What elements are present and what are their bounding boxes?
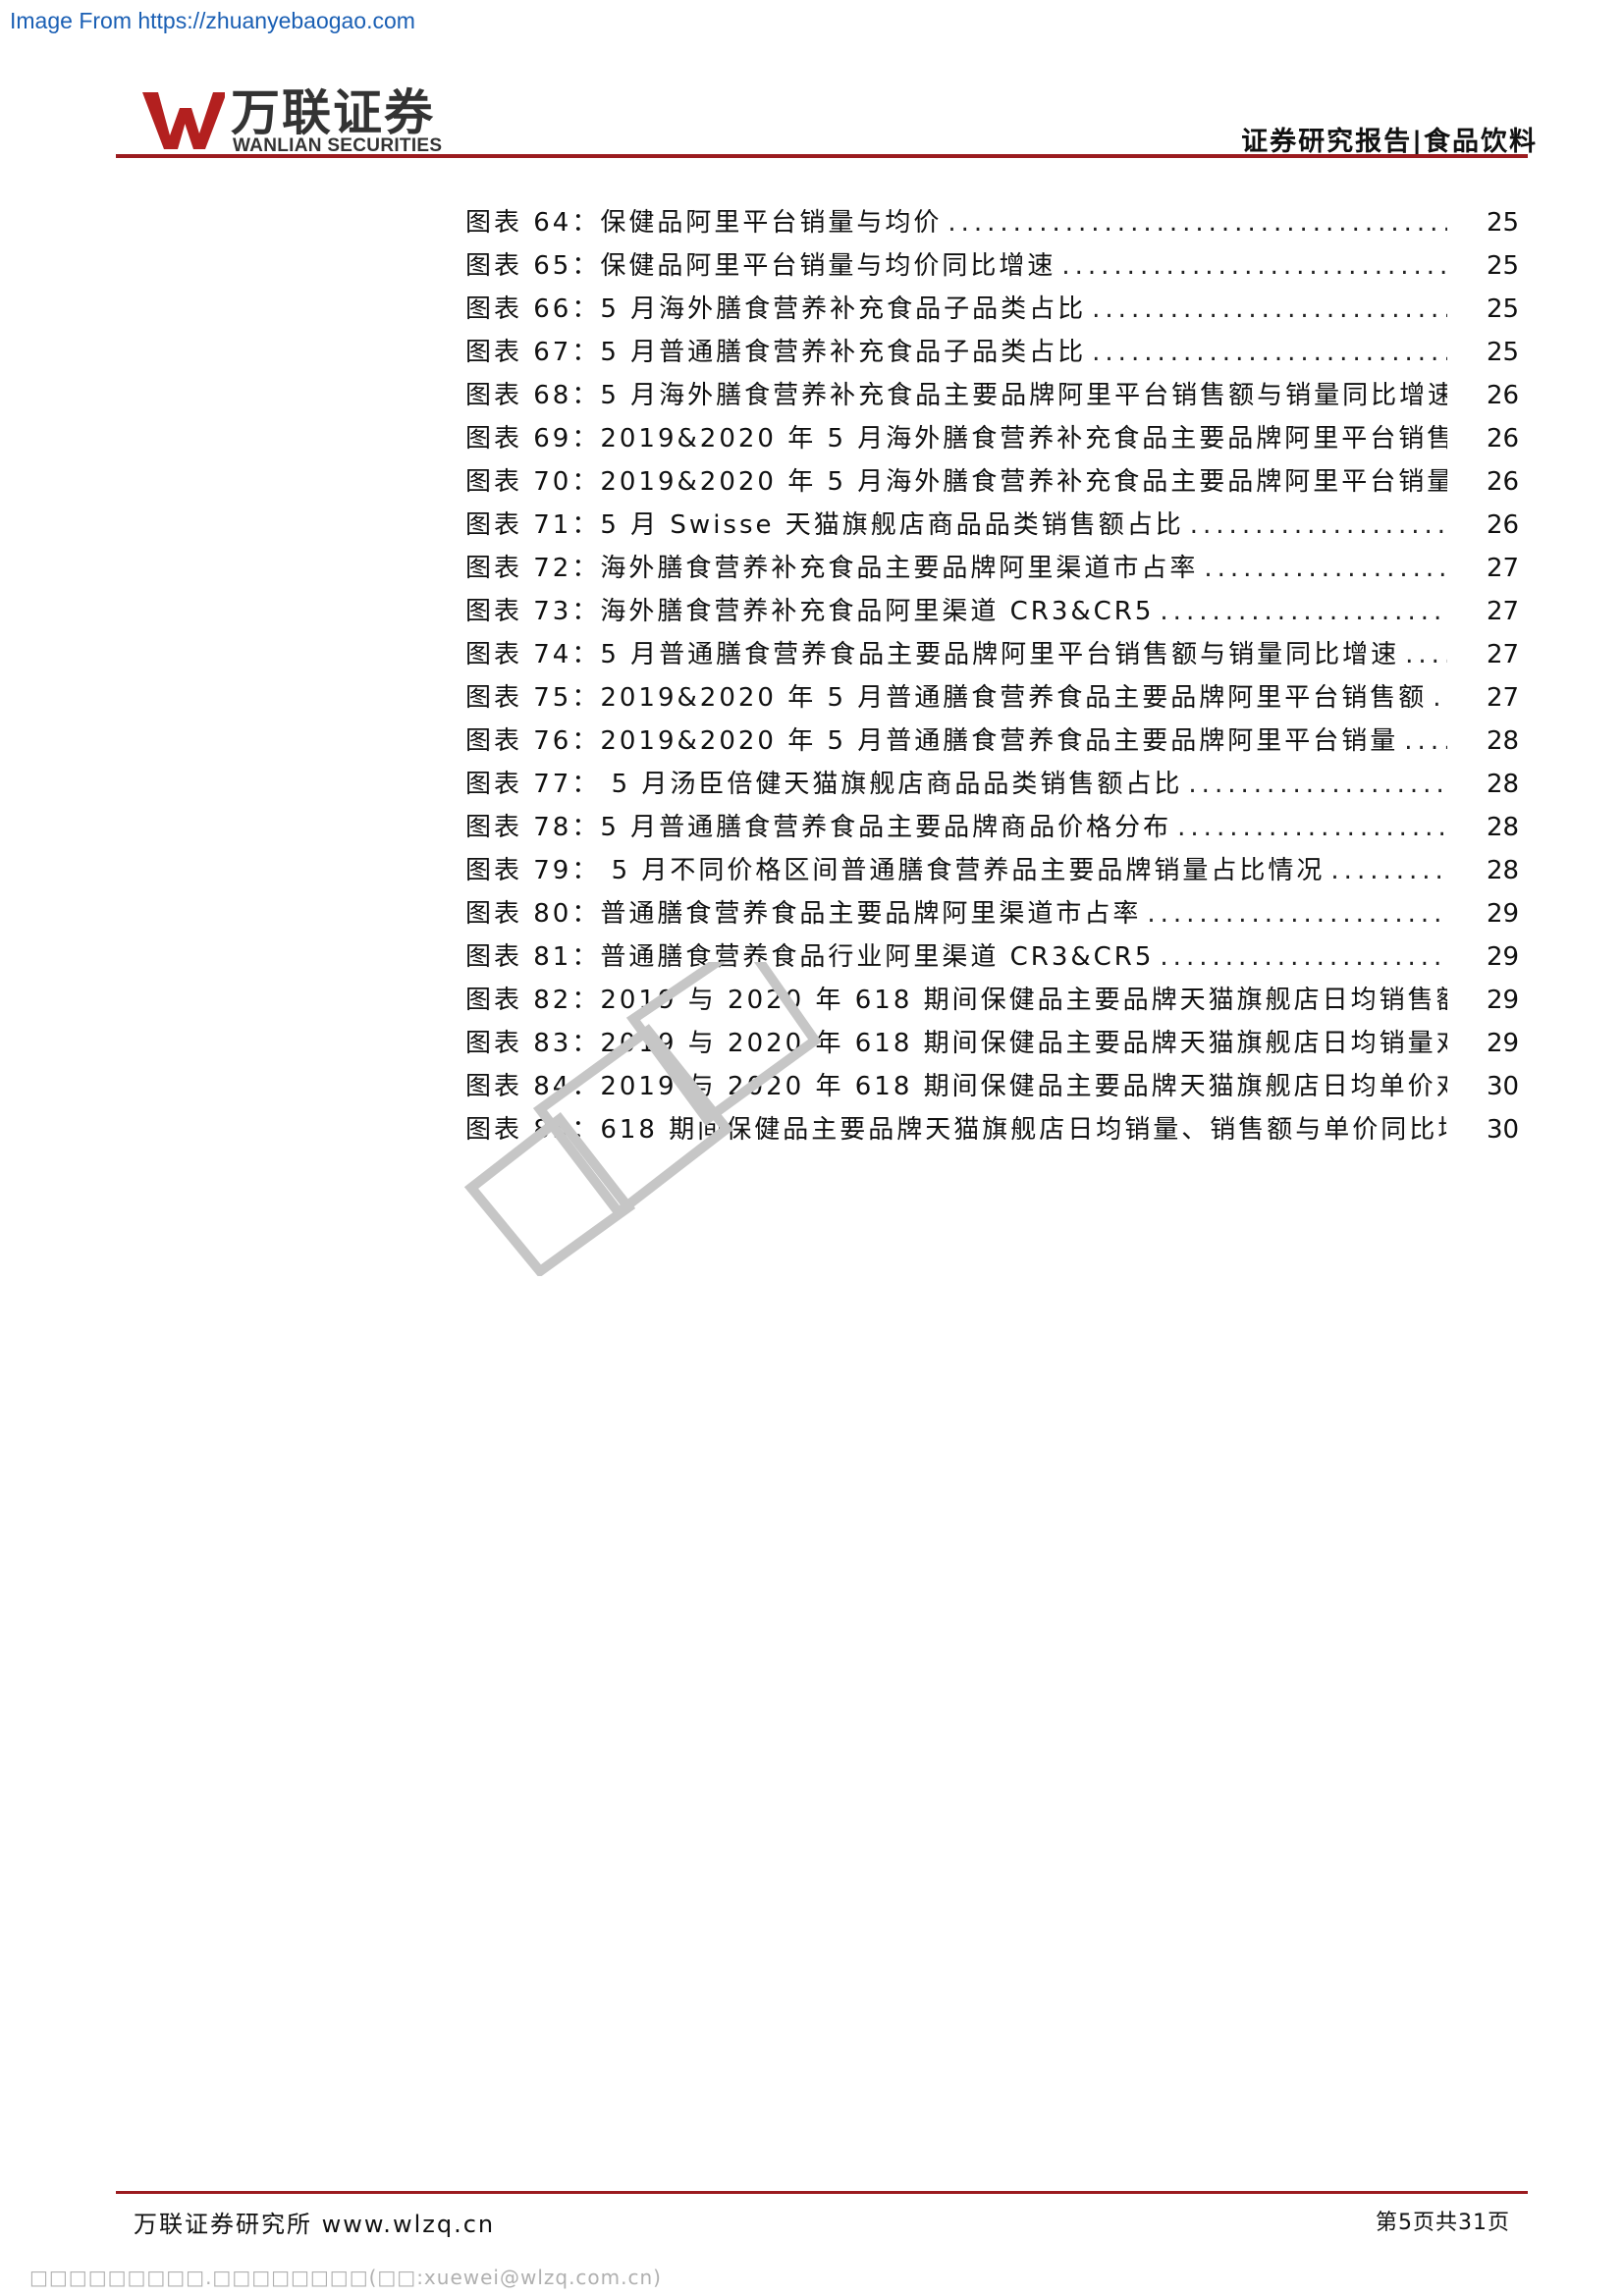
- toc-entry-title: 图表 70：2019&2020 年 5 月海外膳食营养补充食品主要品牌阿里平台销…: [465, 467, 1447, 497]
- toc-entry-page: 28: [1487, 856, 1520, 885]
- toc-entry[interactable]: 图表 85：618 期间保健品主要品牌天猫旗舰店日均销量、销售额与单价同比增速.…: [465, 1108, 1526, 1151]
- toc-entry[interactable]: 图表 77： 5 月汤臣倍健天猫旗舰店商品品类销售额占比............…: [465, 763, 1526, 806]
- toc-entry-title: 图表 73：海外膳食营养补充食品阿里渠道 CR3&CR5: [465, 597, 1161, 626]
- toc-entry-page: 29: [1487, 1029, 1520, 1058]
- report-section-label: 证券研究报告|食品饮料: [1241, 127, 1538, 157]
- footer-institution: 万联证券研究所 www.wlzq.cn: [134, 2211, 496, 2238]
- footer-watermark-note: □□□□□□□□□.□□□□□□□□(□□:xuewei@wlzq.com.cn…: [29, 2266, 662, 2289]
- footer-divider: [116, 2191, 1528, 2194]
- toc-entry[interactable]: 图表 64：保健品阿里平台销量与均价......................…: [465, 201, 1526, 244]
- toc-entry-page: 30: [1487, 1072, 1520, 1101]
- toc-entry-page: 25: [1487, 208, 1520, 238]
- toc-entry[interactable]: 图表 83：2019 与 2020 年 618 期间保健品主要品牌天猫旗舰店日均…: [465, 1022, 1526, 1065]
- logo-chinese-name: 万联证券: [231, 84, 435, 141]
- toc-entry-title: 图表 83：2019 与 2020 年 618 期间保健品主要品牌天猫旗舰店日均…: [465, 1029, 1447, 1058]
- toc-entry-title: 图表 84：2019 与 2020 年 618 期间保健品主要品牌天猫旗舰店日均…: [465, 1072, 1447, 1101]
- toc-entry[interactable]: 图表 78：5 月普通膳食营养食品主要品牌商品价格分布.............…: [465, 806, 1526, 849]
- toc-entry-page: 26: [1487, 467, 1520, 497]
- toc-entry[interactable]: 图表 76：2019&2020 年 5 月普通膳食营养食品主要品牌阿里平台销量.…: [465, 720, 1526, 763]
- header-divider: [116, 154, 1528, 158]
- toc-entry[interactable]: 图表 69：2019&2020 年 5 月海外膳食营养补充食品主要品牌阿里平台销…: [465, 417, 1526, 460]
- toc-entry-title: 图表 77： 5 月汤臣倍健天猫旗舰店商品品类销售额占比: [465, 770, 1189, 799]
- toc-entry[interactable]: 图表 79： 5 月不同价格区间普通膳食营养品主要品牌销量占比情况.......…: [465, 849, 1526, 892]
- toc-entry-page: 27: [1487, 554, 1520, 583]
- toc-entry[interactable]: 图表 80：普通膳食营养食品主要品牌阿里渠道市占率...............…: [465, 892, 1526, 935]
- toc-entry-page: 27: [1487, 597, 1520, 626]
- toc-entry-title: 图表 76：2019&2020 年 5 月普通膳食营养食品主要品牌阿里平台销量: [465, 726, 1405, 756]
- toc-entry[interactable]: 图表 73：海外膳食营养补充食品阿里渠道 CR3&CR5............…: [465, 590, 1526, 633]
- toc-entry-page: 26: [1487, 424, 1520, 454]
- toc-entry[interactable]: 图表 82：2019 与 2020 年 618 期间保健品主要品牌天猫旗舰店日均…: [465, 979, 1526, 1022]
- toc-entry-page: 26: [1487, 510, 1520, 540]
- toc-entry[interactable]: 图表 66：5 月海外膳食营养补充食品子品类占比................…: [465, 288, 1526, 331]
- toc-entry-title: 图表 79： 5 月不同价格区间普通膳食营养品主要品牌销量占比情况: [465, 856, 1331, 885]
- toc-entry-title: 图表 81：普通膳食营养食品行业阿里渠道 CR3&CR5: [465, 942, 1161, 972]
- page-number: 第5页共31页: [1376, 2211, 1510, 2235]
- toc-entry-page: 28: [1487, 813, 1520, 842]
- source-link[interactable]: Image From https://zhuanyebaogao.com: [10, 8, 415, 34]
- toc-entry-page: 25: [1487, 294, 1520, 324]
- toc-entry[interactable]: 图表 65：保健品阿里平台销量与均价同比增速..................…: [465, 244, 1526, 288]
- toc-entry-title: 图表 78：5 月普通膳食营养食品主要品牌商品价格分布: [465, 813, 1178, 842]
- toc-entry-page: 30: [1487, 1115, 1520, 1145]
- toc-entry-page: 29: [1487, 986, 1520, 1015]
- toc-entry-title: 图表 80：普通膳食营养食品主要品牌阿里渠道市占率: [465, 899, 1148, 929]
- logo-w-icon: [142, 92, 225, 149]
- toc-entry[interactable]: 图表 71：5 月 Swisse 天猫旗舰店商品品类销售额占比.........…: [465, 504, 1526, 547]
- figure-index: 图表 64：保健品阿里平台销量与均价......................…: [465, 201, 1526, 1151]
- toc-entry-page: 29: [1487, 942, 1520, 972]
- toc-entry-title: 图表 66：5 月海外膳食营养补充食品子品类占比: [465, 294, 1093, 324]
- toc-entry-page: 26: [1487, 381, 1520, 410]
- toc-entry-page: 28: [1487, 726, 1520, 756]
- toc-entry-title: 图表 69：2019&2020 年 5 月海外膳食营养补充食品主要品牌阿里平台销…: [465, 424, 1447, 454]
- toc-entry-title: 图表 67：5 月普通膳食营养补充食品子品类占比: [465, 338, 1093, 367]
- toc-entry-title: 图表 72：海外膳食营养补充食品主要品牌阿里渠道市占率: [465, 554, 1205, 583]
- toc-entry[interactable]: 图表 75：2019&2020 年 5 月普通膳食营养食品主要品牌阿里平台销售额…: [465, 676, 1526, 720]
- toc-entry[interactable]: 图表 84：2019 与 2020 年 618 期间保健品主要品牌天猫旗舰店日均…: [465, 1065, 1526, 1108]
- toc-entry[interactable]: 图表 67：5 月普通膳食营养补充食品子品类占比................…: [465, 331, 1526, 374]
- toc-entry-page: 25: [1487, 251, 1520, 281]
- toc-entry[interactable]: 图表 68：5 月海外膳食营养补充食品主要品牌阿里平台销售额与销量同比增速...…: [465, 374, 1526, 417]
- toc-entry[interactable]: 图表 72：海外膳食营养补充食品主要品牌阿里渠道市占率.............…: [465, 547, 1526, 590]
- toc-entry-title: 图表 85：618 期间保健品主要品牌天猫旗舰店日均销量、销售额与单价同比增速: [465, 1115, 1447, 1145]
- toc-entry[interactable]: 图表 74：5 月普通膳食营养食品主要品牌阿里平台销售额与销量同比增速.....…: [465, 633, 1526, 676]
- toc-entry-page: 28: [1487, 770, 1520, 799]
- toc-entry-title: 图表 71：5 月 Swisse 天猫旗舰店商品品类销售额占比: [465, 510, 1190, 540]
- toc-entry-page: 25: [1487, 338, 1520, 367]
- toc-entry-title: 图表 82：2019 与 2020 年 618 期间保健品主要品牌天猫旗舰店日均…: [465, 986, 1447, 1015]
- toc-entry-page: 27: [1487, 683, 1520, 713]
- toc-entry-title: 图表 68：5 月海外膳食营养补充食品主要品牌阿里平台销售额与销量同比增速: [465, 381, 1447, 410]
- toc-entry-title: 图表 75：2019&2020 年 5 月普通膳食营养食品主要品牌阿里平台销售额: [465, 683, 1434, 713]
- toc-entry-page: 27: [1487, 640, 1520, 669]
- toc-entry-page: 29: [1487, 899, 1520, 929]
- toc-entry-title: 图表 64：保健品阿里平台销量与均价: [465, 208, 948, 238]
- toc-entry[interactable]: 图表 81：普通膳食营养食品行业阿里渠道 CR3&CR5............…: [465, 935, 1526, 979]
- toc-entry[interactable]: 图表 70：2019&2020 年 5 月海外膳食营养补充食品主要品牌阿里平台销…: [465, 460, 1526, 504]
- toc-entry-title: 图表 74：5 月普通膳食营养食品主要品牌阿里平台销售额与销量同比增速: [465, 640, 1406, 669]
- toc-entry-title: 图表 65：保健品阿里平台销量与均价同比增速: [465, 251, 1062, 281]
- company-logo: 万联证券 WANLIAN SECURITIES: [140, 84, 464, 157]
